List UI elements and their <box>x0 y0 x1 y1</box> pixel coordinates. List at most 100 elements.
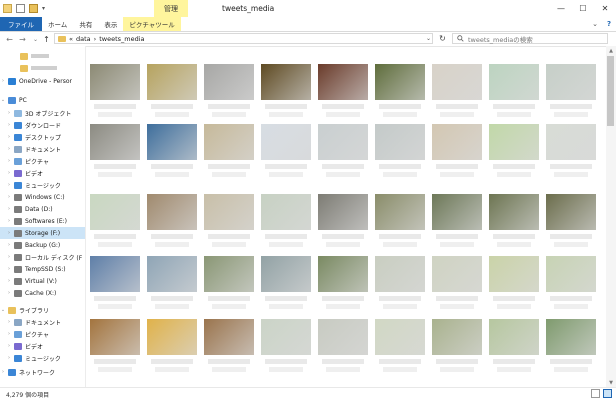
file-item[interactable] <box>546 256 596 312</box>
sidebar-item[interactable]: ⌄ ライブラリ <box>0 304 85 316</box>
up-button[interactable]: ↑ <box>41 33 52 45</box>
sidebar-item[interactable]: › ドキュメント <box>0 316 85 328</box>
file-item[interactable] <box>261 124 311 180</box>
sidebar-item[interactable]: › ビデオ <box>0 340 85 352</box>
sidebar-item[interactable]: ⌄ PC <box>0 94 85 106</box>
file-item[interactable] <box>90 194 140 250</box>
file-item[interactable] <box>204 256 254 312</box>
file-item[interactable] <box>546 124 596 180</box>
chevron-icon[interactable]: ⌄ <box>0 97 6 103</box>
file-item[interactable] <box>375 194 425 250</box>
help-icon[interactable]: ? <box>602 17 616 31</box>
chevron-icon[interactable]: › <box>6 146 12 152</box>
properties-icon[interactable] <box>16 4 25 13</box>
scrollbar-thumb[interactable] <box>607 56 614 126</box>
file-item[interactable] <box>147 124 197 180</box>
file-item[interactable] <box>261 319 311 375</box>
chevron-icon[interactable]: › <box>6 194 12 200</box>
sidebar-item[interactable]: › TempSSD (S:) <box>0 263 85 275</box>
chevron-icon[interactable]: › <box>6 230 12 236</box>
maximize-button[interactable]: ☐ <box>572 0 594 17</box>
sidebar-item[interactable]: › ミュージック <box>0 179 85 191</box>
tab-view[interactable]: 表示 <box>98 17 123 31</box>
file-item[interactable] <box>489 194 539 250</box>
sidebar-item[interactable]: › Data (D:) <box>0 203 85 215</box>
sidebar-item[interactable]: › ピクチャ <box>0 328 85 340</box>
chevron-icon[interactable]: › <box>6 290 12 296</box>
chevron-icon[interactable]: ⌄ <box>0 307 6 313</box>
scroll-up-icon[interactable]: ▲ <box>606 46 616 55</box>
file-item[interactable] <box>90 124 140 180</box>
sidebar-item[interactable]: › Backup (G:) <box>0 239 85 251</box>
file-item[interactable] <box>489 124 539 180</box>
sidebar-item[interactable]: › ネットワーク <box>0 366 85 378</box>
file-item[interactable] <box>489 256 539 312</box>
chevron-icon[interactable]: › <box>6 122 12 128</box>
chevron-icon[interactable]: › <box>6 218 12 224</box>
sidebar-item[interactable]: › ピクチャ <box>0 155 85 167</box>
sidebar-item[interactable]: › ビデオ <box>0 167 85 179</box>
details-view-icon[interactable] <box>591 389 600 398</box>
file-item[interactable] <box>318 319 368 375</box>
chevron-icon[interactable]: › <box>6 158 12 164</box>
file-item[interactable] <box>90 64 140 120</box>
file-item[interactable] <box>546 64 596 120</box>
recent-locations-button[interactable]: ⌄ <box>30 33 41 45</box>
file-item[interactable] <box>375 64 425 120</box>
file-item[interactable] <box>546 194 596 250</box>
breadcrumb-tweets-media[interactable]: tweets_media <box>99 35 144 43</box>
file-item[interactable] <box>90 256 140 312</box>
chevron-icon[interactable]: › <box>6 134 12 140</box>
forward-button[interactable]: → <box>17 33 28 45</box>
file-item[interactable] <box>489 319 539 375</box>
sidebar-item[interactable]: › OneDrive - Persor <box>0 75 85 87</box>
sidebar-item[interactable]: › Virtual (V:) <box>0 275 85 287</box>
refresh-button[interactable]: ↻ <box>437 33 448 44</box>
sidebar-item[interactable]: › Windows (C:) <box>0 191 85 203</box>
file-item[interactable] <box>147 194 197 250</box>
file-item[interactable] <box>261 64 311 120</box>
file-item[interactable] <box>375 256 425 312</box>
sidebar-item[interactable]: › ドキュメント <box>0 143 85 155</box>
sidebar-item[interactable]: › ダウンロード <box>0 119 85 131</box>
address-bar[interactable]: « data › tweets_media <box>54 33 433 44</box>
address-dropdown-icon[interactable]: ⌄ <box>424 34 433 43</box>
file-item[interactable] <box>318 124 368 180</box>
chevron-icon[interactable]: › <box>0 369 6 375</box>
breadcrumb-data[interactable]: data <box>76 35 91 43</box>
tab-home[interactable]: ホーム <box>42 17 73 31</box>
file-item[interactable] <box>147 319 197 375</box>
chevron-icon[interactable]: › <box>6 206 12 212</box>
file-item[interactable] <box>432 319 482 375</box>
chevron-icon[interactable]: › <box>6 242 12 248</box>
file-item[interactable] <box>318 194 368 250</box>
tab-share[interactable]: 共有 <box>73 17 98 31</box>
breadcrumb-separator[interactable]: › <box>94 35 97 43</box>
file-item[interactable] <box>261 194 311 250</box>
sidebar-item[interactable]: › Cache (X:) <box>0 287 85 299</box>
chevron-icon[interactable]: › <box>6 254 12 260</box>
file-item[interactable] <box>432 124 482 180</box>
tab-picture-tools[interactable]: ピクチャツール <box>123 17 181 31</box>
minimize-button[interactable]: — <box>550 0 572 17</box>
file-item[interactable] <box>432 194 482 250</box>
chevron-icon[interactable]: › <box>6 331 12 337</box>
file-item[interactable] <box>432 64 482 120</box>
file-item[interactable] <box>261 256 311 312</box>
file-item[interactable] <box>432 256 482 312</box>
customize-toolbar-icon[interactable]: ▾ <box>42 5 45 12</box>
sidebar-item[interactable]: › ローカル ディスク (F <box>0 251 85 263</box>
file-item[interactable] <box>147 64 197 120</box>
file-item[interactable] <box>375 319 425 375</box>
scroll-down-icon[interactable]: ▼ <box>606 378 616 387</box>
file-item[interactable] <box>546 319 596 375</box>
file-item[interactable] <box>489 64 539 120</box>
chevron-icon[interactable]: › <box>6 343 12 349</box>
sidebar-item[interactable]: › Storage (F:) <box>0 227 85 239</box>
context-tab-manage[interactable]: 管理 <box>154 0 188 17</box>
large-icons-view-icon[interactable] <box>603 389 612 398</box>
file-item[interactable] <box>318 64 368 120</box>
sidebar-item[interactable]: › 3D オブジェクト <box>0 107 85 119</box>
sidebar-item[interactable]: › ミュージック <box>0 352 85 364</box>
file-item[interactable] <box>90 319 140 375</box>
